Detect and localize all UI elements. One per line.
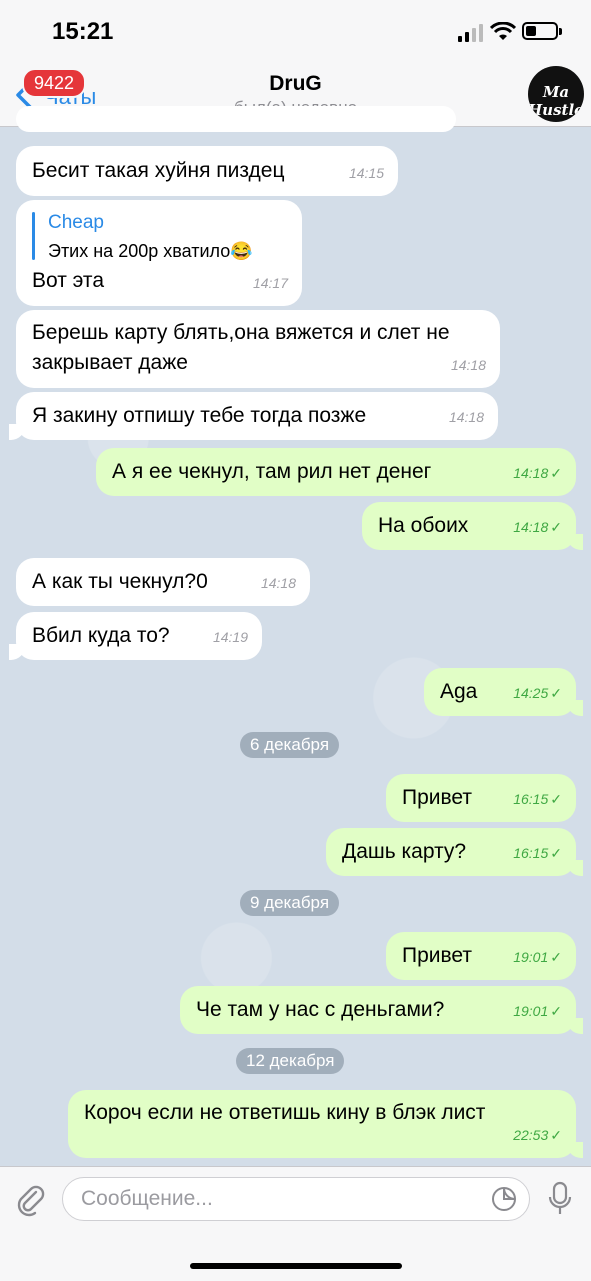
message-time: 14:18 [448, 409, 484, 425]
message-text: Дашь карту? [342, 840, 467, 863]
message-text: Че там у нас с деньгами? [196, 998, 445, 1021]
message-text: Бесит такая хуйня пиздец [32, 159, 285, 182]
microphone-icon[interactable] [548, 1181, 572, 1217]
cellular-signal-icon [458, 24, 483, 42]
reply-text: Этих на 200р хватило😂 [48, 241, 253, 261]
message-bubble-cut [16, 106, 456, 132]
message-time-read: 22:53 ✓ [513, 1120, 562, 1150]
message-text: Привет [402, 786, 473, 809]
message-text: Берешь карту блять,она вяжется и слет не… [32, 321, 450, 374]
message-time-read: 14:18 ✓ [513, 458, 562, 488]
message-text: На обоих [378, 514, 469, 537]
message-time-read: 19:01 ✓ [513, 942, 562, 972]
status-bar: 15:21 [0, 0, 591, 62]
read-check-icon: ✓ [550, 1127, 562, 1143]
message-composer: Сообщение... [0, 1166, 591, 1281]
message-text: А я ее чекнул, там рил нет денег [112, 460, 432, 483]
date-separator: 6 декабря [240, 732, 340, 758]
message-outgoing[interactable]: А я ее чекнул, там рил нет денег 14:18 ✓ [96, 448, 576, 496]
battery-icon [522, 22, 558, 40]
message-text: Вот эта [32, 269, 104, 292]
message-time-read: 16:15 ✓ [513, 784, 562, 814]
message-time-read: 14:25 ✓ [513, 678, 562, 708]
message-time-read: 14:18 ✓ [513, 512, 562, 542]
chat-title[interactable]: DruG [0, 72, 591, 96]
message-text: Я закину отпишу тебе тогда позже [32, 404, 367, 427]
message-time: 14:17 [252, 275, 288, 291]
status-time: 15:21 [52, 18, 114, 45]
read-check-icon: ✓ [550, 1003, 562, 1019]
message-outgoing[interactable]: Че там у нас с деньгами? 19:01 ✓ [180, 986, 583, 1034]
message-incoming[interactable]: Берешь карту блять,она вяжется и слет не… [16, 310, 500, 388]
message-incoming-reply[interactable]: Cheap Этих на 200р хватило😂 Вот эта 14:1… [16, 200, 302, 306]
message-outgoing[interactable]: На обоих 14:18 ✓ [362, 502, 583, 550]
read-check-icon: ✓ [550, 949, 562, 965]
reply-author: Cheap [48, 212, 104, 233]
message-time: 14:15 [348, 165, 384, 181]
home-indicator [190, 1263, 402, 1269]
message-text: А как ты чекнул?0 [32, 570, 208, 593]
message-outgoing[interactable]: Короч если не ответишь кину в блэк лист … [68, 1090, 583, 1158]
battery-tip [559, 28, 562, 35]
message-incoming[interactable]: Вбил куда то? 14:19 [9, 612, 262, 660]
message-outgoing[interactable]: Дашь карту? 16:15 ✓ [326, 828, 583, 876]
avatar-logo-text: Ma Hustler [528, 83, 584, 119]
message-outgoing[interactable]: Aga 14:25 ✓ [424, 668, 583, 716]
message-text: Вбил куда то? [32, 624, 170, 647]
message-outgoing[interactable]: Привет 16:15 ✓ [386, 774, 576, 822]
message-incoming[interactable]: А как ты чекнул?0 14:18 [16, 558, 310, 606]
message-time-read: 16:15 ✓ [513, 838, 562, 868]
message-time-read: 19:01 ✓ [513, 996, 562, 1026]
message-text: Короч если не ответишь кину в блэк лист [84, 1101, 486, 1124]
message-time: 14:18 [260, 575, 296, 591]
message-time: 14:19 [212, 629, 248, 645]
sticker-icon[interactable] [491, 1186, 517, 1212]
reply-quote-bar [32, 212, 35, 260]
message-incoming[interactable]: Я закину отпишу тебе тогда позже 14:18 [9, 392, 498, 440]
message-text: Привет [402, 944, 473, 967]
date-separator: 9 декабря [240, 890, 340, 916]
message-text: Aga [440, 680, 478, 703]
read-check-icon: ✓ [550, 791, 562, 807]
read-check-icon: ✓ [550, 685, 562, 701]
wifi-icon [490, 22, 516, 40]
message-input-placeholder: Сообщение... [81, 1187, 213, 1210]
read-check-icon: ✓ [550, 519, 562, 535]
date-separator: 12 декабря [236, 1048, 345, 1074]
paperclip-icon[interactable] [14, 1183, 48, 1217]
message-outgoing[interactable]: Привет 19:01 ✓ [386, 932, 576, 980]
message-input[interactable]: Сообщение... [62, 1177, 530, 1221]
message-time: 14:18 [450, 357, 486, 373]
read-check-icon: ✓ [550, 845, 562, 861]
message-incoming[interactable]: Бесит такая хуйня пиздец 14:15 [16, 146, 398, 196]
avatar[interactable]: Ma Hustler [528, 66, 584, 122]
read-check-icon: ✓ [550, 465, 562, 481]
